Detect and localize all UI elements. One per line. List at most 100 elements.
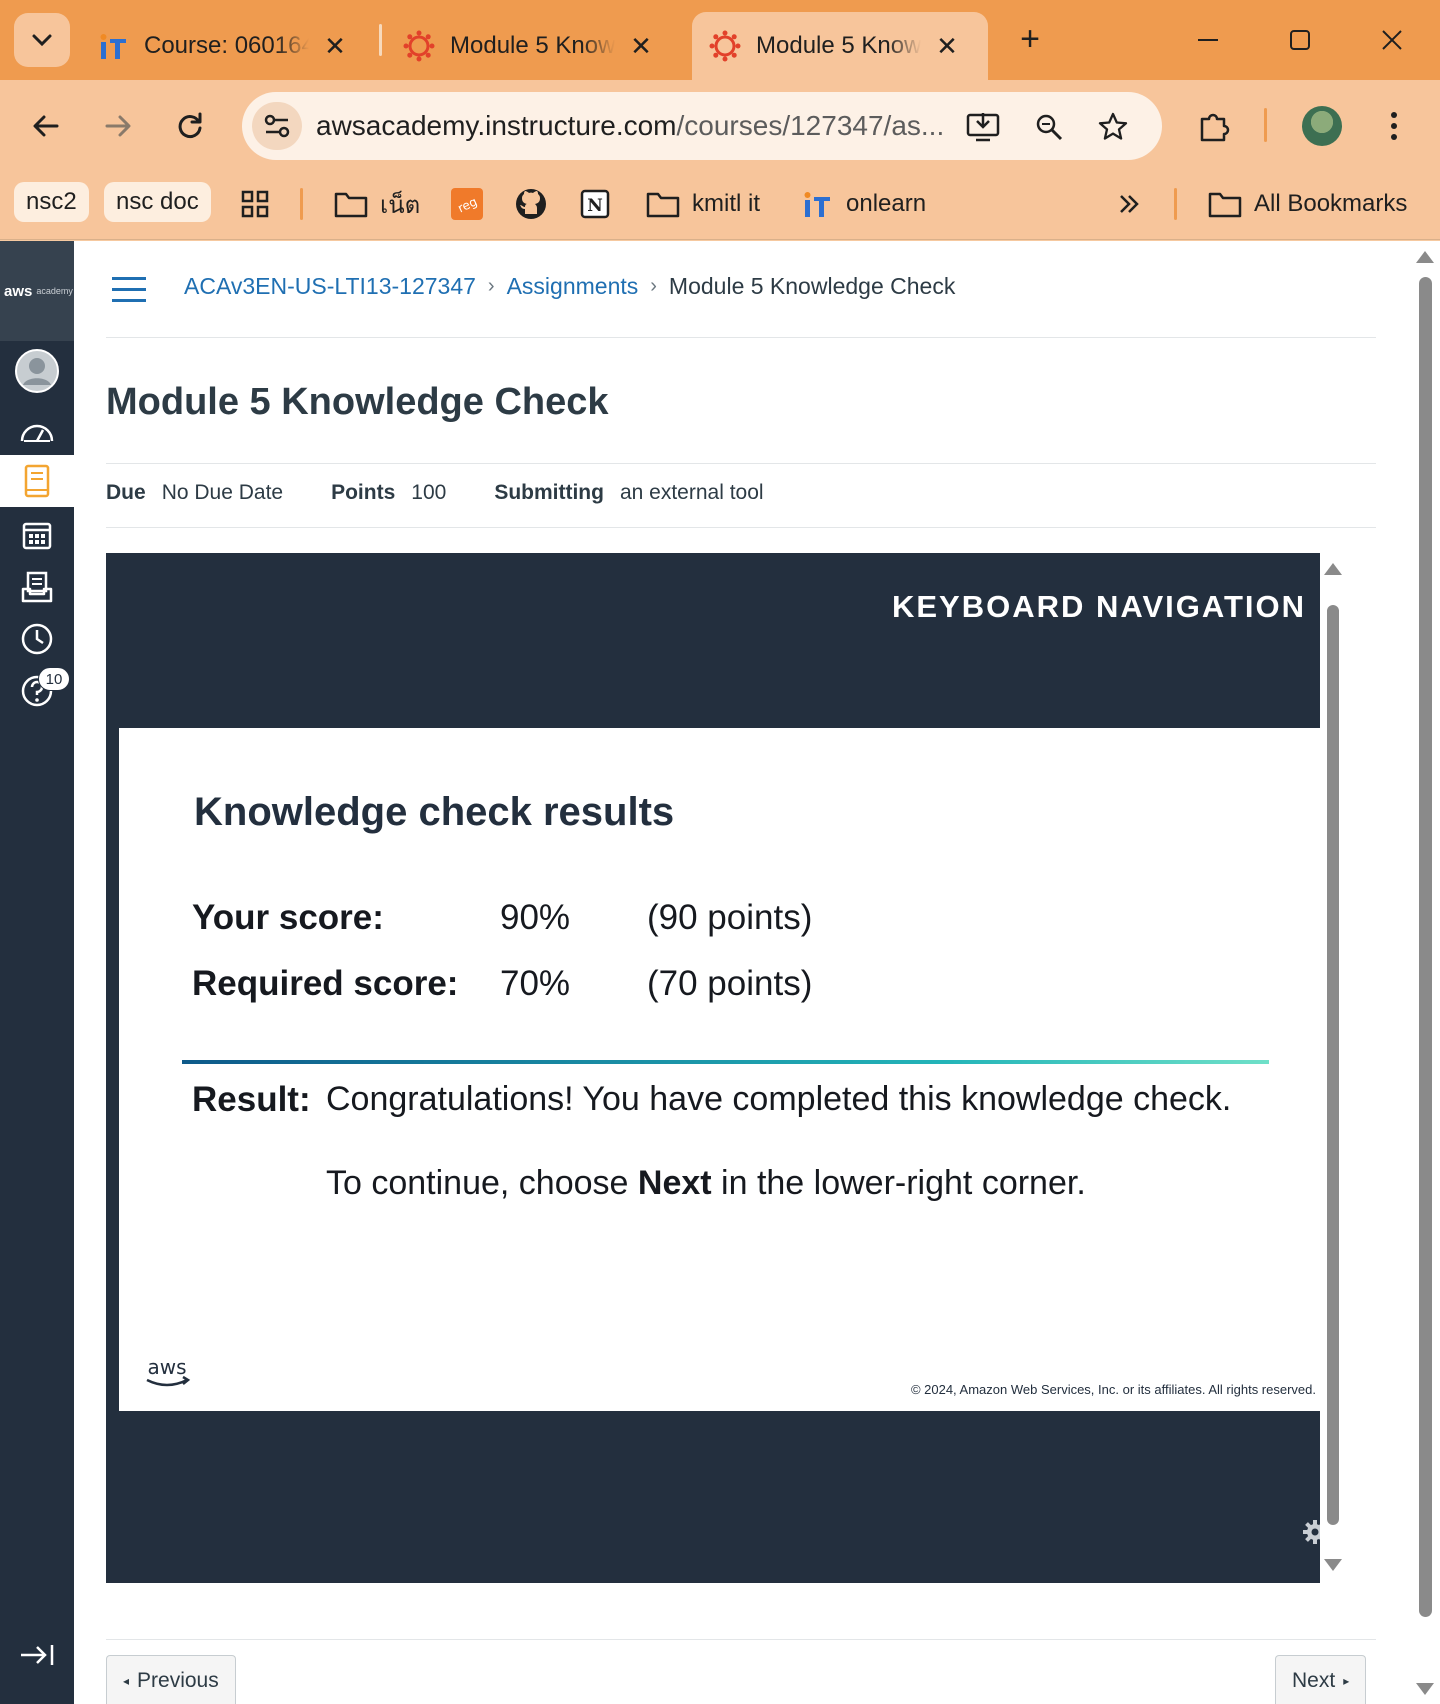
tab-course[interactable]: Course: 060164 ✕ <box>80 12 349 80</box>
close-icon[interactable]: ✕ <box>933 31 961 62</box>
tab-divider <box>379 24 382 56</box>
bookmark-github[interactable] <box>514 184 560 224</box>
submitting-info: Submitting an external tool <box>494 481 764 504</box>
close-window-button[interactable] <box>1372 20 1412 60</box>
bookmark-nsc2[interactable]: nsc2 <box>14 182 89 222</box>
bookmark-apps[interactable] <box>238 184 284 224</box>
install-app-icon[interactable] <box>966 110 1000 144</box>
nav-calendar[interactable] <box>0 509 74 561</box>
it-logo-icon <box>96 29 130 63</box>
external-tool-frame: KEYBOARD NAVIGATION Knowledge check resu… <box>106 553 1346 1583</box>
close-icon[interactable]: ✕ <box>627 31 655 62</box>
scrollbar-thumb[interactable] <box>1419 277 1432 1617</box>
bookmarks-bar: nsc2 nsc doc เน็ต reg N kmitl it onlearn… <box>0 172 1440 240</box>
maximize-button[interactable] <box>1280 20 1320 60</box>
bookmark-notion[interactable]: N <box>578 184 624 224</box>
zoom-icon[interactable] <box>1032 110 1066 144</box>
address-bar[interactable]: awsacademy.instructure.com/courses/12734… <box>242 92 1162 160</box>
tune-icon <box>263 113 291 139</box>
apps-grid-icon <box>238 187 272 221</box>
calendar-icon <box>21 519 53 551</box>
bookmarks-divider <box>1174 188 1177 220</box>
reload-button[interactable] <box>168 104 212 148</box>
breadcrumb-assignments[interactable]: Assignments <box>507 273 639 300</box>
scroll-up-icon[interactable] <box>1324 563 1342 575</box>
points-info: Points 100 <box>331 481 447 504</box>
bookmark-nsc-doc[interactable]: nsc doc <box>104 182 211 222</box>
hamburger-icon <box>112 277 146 280</box>
breadcrumb-course[interactable]: ACAv3EN-US-LTI13-127347 <box>184 273 476 300</box>
scrollbar-thumb[interactable] <box>1327 605 1339 1525</box>
nav-courses[interactable] <box>0 455 74 507</box>
canvas-logo-icon <box>402 29 436 63</box>
forward-button[interactable] <box>96 104 140 148</box>
course-menu-toggle[interactable] <box>112 277 148 307</box>
aws-logo: aws <box>143 1356 193 1392</box>
clock-icon <box>20 622 54 656</box>
collapse-arrow-icon <box>19 1643 55 1667</box>
nav-inbox[interactable] <box>0 561 74 613</box>
site-info-button[interactable] <box>252 102 302 150</box>
scroll-down-icon[interactable] <box>1416 1683 1434 1695</box>
divider <box>106 463 1376 464</box>
bookmark-onlearn[interactable]: onlearn <box>800 184 926 224</box>
tool-scrollbar[interactable] <box>1320 553 1346 1583</box>
result-message: Congratulations! You have completed this… <box>326 1080 1232 1118</box>
scroll-down-icon[interactable] <box>1324 1559 1342 1571</box>
svg-text:aws: aws <box>147 1356 186 1379</box>
bookmark-reg[interactable]: reg <box>450 184 496 224</box>
bookmark-folder-kmitl[interactable]: kmitl it <box>646 184 760 224</box>
tab-search-button[interactable] <box>14 13 70 67</box>
copyright: © 2024, Amazon Web Services, Inc. or its… <box>910 1382 1316 1397</box>
close-icon[interactable]: ✕ <box>321 31 349 62</box>
profile-avatar[interactable] <box>1302 106 1342 146</box>
main-content: ACAv3EN-US-LTI13-127347 › Assignments › … <box>74 241 1410 1704</box>
canvas-logo-icon <box>708 29 742 63</box>
divider <box>106 1639 1376 1640</box>
keyboard-navigation-button[interactable]: KEYBOARD NAVIGATION <box>892 589 1306 625</box>
browser-toolbar: awsacademy.instructure.com/courses/12734… <box>0 80 1440 172</box>
divider <box>106 337 1376 338</box>
minimize-button[interactable] <box>1188 20 1228 60</box>
aws-academy-logo[interactable]: aws academy <box>0 241 74 341</box>
collapse-nav-button[interactable] <box>0 1629 74 1681</box>
browser-menu-button[interactable] <box>1372 104 1416 148</box>
bookmarks-divider <box>300 188 303 220</box>
svg-text:N: N <box>587 196 603 216</box>
bookmark-star-icon[interactable] <box>1096 110 1130 144</box>
nav-dashboard[interactable] <box>0 405 74 457</box>
it-logo-icon <box>800 187 834 221</box>
page-scrollbar[interactable] <box>1410 241 1440 1704</box>
scroll-up-icon[interactable] <box>1416 251 1434 263</box>
help-badge: 10 <box>38 667 70 691</box>
chevron-right-icon: › <box>650 275 657 297</box>
previous-button[interactable]: ◂ Previous <box>106 1655 236 1704</box>
tab-module5-1[interactable]: Module 5 Know ✕ <box>386 12 655 80</box>
back-button[interactable] <box>24 104 68 148</box>
page-title: Module 5 Knowledge Check <box>106 381 609 423</box>
breadcrumb-current: Module 5 Knowledge Check <box>668 273 956 299</box>
chevron-right-icon: › <box>487 275 495 297</box>
nav-history[interactable] <box>0 613 74 665</box>
divider <box>106 527 1376 528</box>
nav-account[interactable] <box>0 345 74 397</box>
due-info: Due No Due Date <box>106 481 284 504</box>
results-slide: Knowledge check results Your score: 90% … <box>119 728 1332 1411</box>
courses-book-icon <box>22 464 52 498</box>
bookmark-folder-net[interactable]: เน็ต <box>334 184 420 224</box>
puzzle-icon <box>1197 109 1231 143</box>
result-label: Result: <box>192 1080 311 1119</box>
more-bookmarks-button[interactable] <box>1112 184 1158 224</box>
url-text[interactable]: awsacademy.instructure.com/courses/12734… <box>316 110 944 142</box>
next-button[interactable]: Next ▸ <box>1275 1655 1367 1704</box>
all-bookmarks-button[interactable]: All Bookmarks <box>1208 184 1407 224</box>
nav-help[interactable]: 10 <box>0 665 74 717</box>
double-chevron-right-icon <box>1112 187 1146 221</box>
tab-module5-active[interactable]: Module 5 Know ✕ <box>692 12 988 80</box>
folder-icon <box>1208 187 1242 221</box>
breadcrumb: ACAv3EN-US-LTI13-127347 › Assignments › … <box>184 273 955 300</box>
result-divider <box>182 1060 1269 1064</box>
toolbar-divider <box>1264 108 1267 142</box>
new-tab-button[interactable]: + <box>1010 20 1050 59</box>
extensions-button[interactable] <box>1192 104 1236 148</box>
